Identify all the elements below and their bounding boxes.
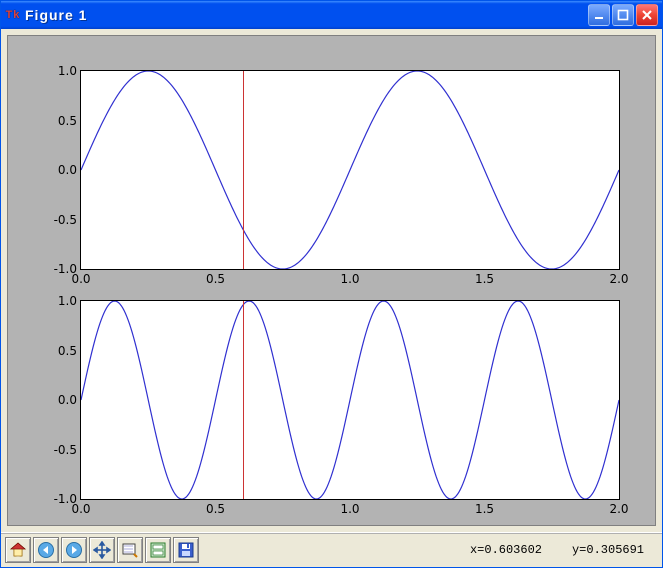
client-area: 1.0 0.5 0.0 -0.5 -1.0 0.0 0.5 1.0 1.5 2.…: [1, 29, 662, 567]
xtick-label: 0.0: [71, 502, 90, 516]
pan-button[interactable]: [89, 537, 115, 563]
zoom-button[interactable]: [117, 537, 143, 563]
back-icon: [37, 541, 55, 559]
home-button[interactable]: [5, 537, 31, 563]
maximize-button[interactable]: [612, 4, 634, 26]
xtick-label: 0.5: [206, 272, 225, 286]
xtick-label: 1.0: [340, 272, 359, 286]
minimize-icon: [593, 9, 605, 21]
subplots-button[interactable]: [145, 537, 171, 563]
top-plot[interactable]: 1.0 0.5 0.0 -0.5 -1.0 0.0 0.5 1.0 1.5 2.…: [80, 70, 620, 270]
nav-toolbar: x=0.603602 y=0.305691: [1, 532, 662, 567]
ytick-label: -0.5: [54, 213, 77, 227]
coord-x: x=0.603602: [470, 543, 542, 557]
cursor-vline-bottom: [243, 301, 244, 499]
xtick-label: 1.5: [475, 502, 494, 516]
cursor-vline-top: [243, 71, 244, 269]
forward-button[interactable]: [61, 537, 87, 563]
save-button[interactable]: [173, 537, 199, 563]
bottom-plot-curve: [81, 301, 619, 499]
maximize-icon: [617, 9, 629, 21]
xtick-label: 1.5: [475, 272, 494, 286]
ytick-label: 1.0: [58, 64, 77, 78]
figure-canvas[interactable]: 1.0 0.5 0.0 -0.5 -1.0 0.0 0.5 1.0 1.5 2.…: [7, 35, 656, 526]
window-title: Figure 1: [25, 7, 87, 23]
xtick-label: 2.0: [609, 272, 628, 286]
pan-icon: [93, 541, 111, 559]
titlebar[interactable]: Tk Figure 1: [1, 1, 662, 29]
ytick-label: 0.5: [58, 344, 77, 358]
app-window: Tk Figure 1: [0, 0, 663, 568]
back-button[interactable]: [33, 537, 59, 563]
close-icon: [641, 9, 653, 21]
coord-readout: x=0.603602 y=0.305691: [470, 543, 644, 557]
ytick-label: -0.5: [54, 443, 77, 457]
top-plot-curve: [81, 71, 619, 269]
coord-y: y=0.305691: [572, 543, 644, 557]
home-icon: [9, 541, 27, 559]
xtick-label: 0.5: [206, 502, 225, 516]
subplots-icon: [149, 541, 167, 559]
close-button[interactable]: [636, 4, 658, 26]
xtick-label: 1.0: [340, 502, 359, 516]
tk-icon: Tk: [5, 7, 21, 23]
minimize-button[interactable]: [588, 4, 610, 26]
save-icon: [177, 541, 195, 559]
zoom-icon: [121, 541, 139, 559]
ytick-label: 0.5: [58, 114, 77, 128]
xtick-label: 0.0: [71, 272, 90, 286]
window-controls: [588, 4, 658, 26]
bottom-plot[interactable]: 1.0 0.5 0.0 -0.5 -1.0 0.0 0.5 1.0 1.5 2.…: [80, 300, 620, 500]
xtick-label: 2.0: [609, 502, 628, 516]
ytick-label: 1.0: [58, 294, 77, 308]
forward-icon: [65, 541, 83, 559]
ytick-label: 0.0: [58, 163, 77, 177]
ytick-label: 0.0: [58, 393, 77, 407]
